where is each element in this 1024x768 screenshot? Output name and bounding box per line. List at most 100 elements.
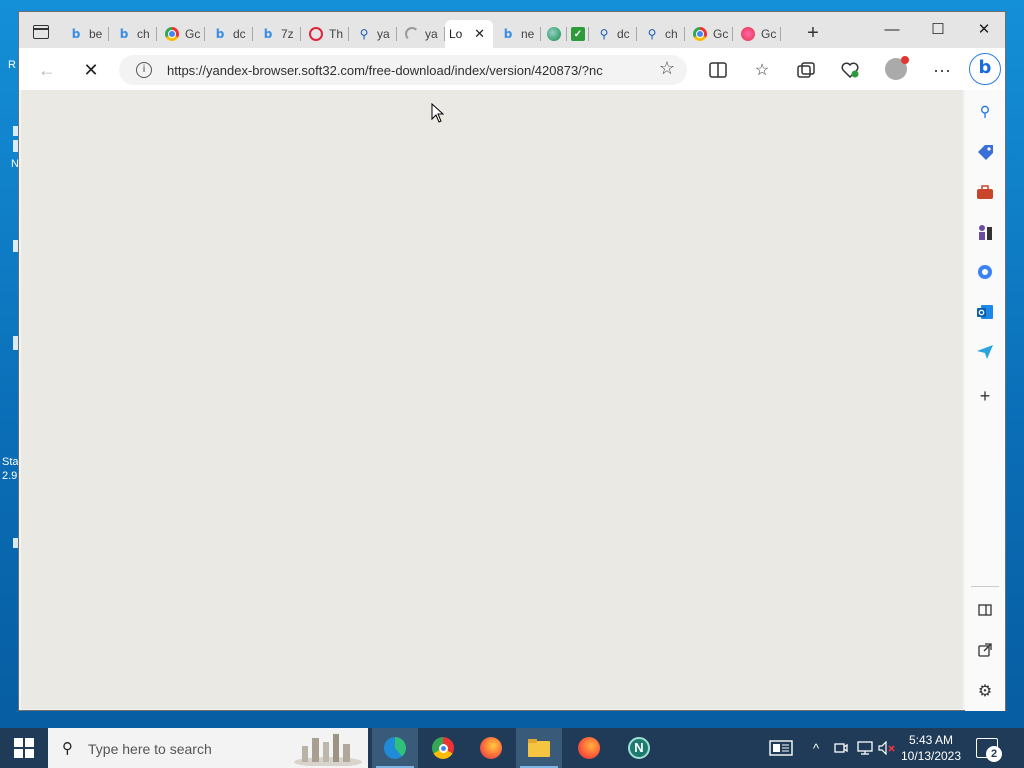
profile-avatar[interactable] — [885, 56, 909, 80]
maximize-button[interactable]: ☐ — [915, 16, 961, 42]
news-icon — [769, 740, 793, 756]
news-widget-button[interactable] — [766, 728, 796, 768]
bing-copilot-button[interactable]: b — [969, 53, 1001, 85]
add-icon[interactable]: + — [973, 384, 997, 408]
browser-tab[interactable]: ⚲ ya — [349, 20, 397, 48]
tab-title: Gc — [185, 27, 201, 41]
chrome-icon — [432, 737, 454, 759]
copilot-icon[interactable] — [973, 260, 997, 284]
split-screen-icon — [709, 62, 727, 78]
system-clock[interactable]: 5:43 AM 10/13/2023 — [900, 732, 962, 764]
bing-icon: b — [71, 27, 81, 41]
outlook-icon[interactable] — [973, 300, 997, 324]
split-screen-button[interactable] — [705, 57, 731, 83]
tab-title: ya — [425, 27, 438, 41]
search-icon: ⚲ — [359, 27, 369, 41]
bing-icon: b — [978, 57, 992, 78]
mouse-cursor-icon — [431, 103, 444, 123]
chrome-icon — [693, 27, 707, 41]
settings-icon[interactable]: ⚙ — [973, 678, 997, 702]
taskbar-app-firefox[interactable] — [468, 728, 514, 768]
browser-tab[interactable]: b dc — [205, 20, 253, 48]
browser-window: b be b ch Gc b dc b 7z Th ⚲ ya ya Lo ✕ b ne ✓ ⚲… — [18, 11, 1006, 711]
browser-essentials-button[interactable] — [837, 57, 863, 83]
browser-tab[interactable]: ⚲ ch — [637, 20, 685, 48]
browser-tab[interactable]: b 7z — [253, 20, 301, 48]
chrome-icon — [165, 27, 179, 41]
browser-tab[interactable]: b be — [61, 20, 109, 48]
taskbar-app-n[interactable]: N — [616, 728, 662, 768]
url-text[interactable]: https://yandex-browser.soft32.com/free-d… — [167, 63, 647, 78]
firefox-icon — [480, 737, 502, 759]
volume-button[interactable] — [876, 728, 898, 768]
edge-sidebar: ⚲ + ⚙ — [965, 90, 1005, 711]
desktop-icon-label: 2.9 — [2, 470, 18, 482]
browser-tab[interactable]: ya — [397, 20, 445, 48]
favorites-button[interactable]: ☆ — [749, 57, 775, 83]
browser-tab[interactable]: Th — [301, 20, 349, 48]
network-button[interactable] — [854, 728, 876, 768]
toolbox-icon[interactable] — [973, 180, 997, 204]
chevron-up-icon: ^ — [812, 740, 820, 756]
favorite-star-icon[interactable]: ☆ — [659, 58, 675, 79]
notification-count-badge: 2 — [986, 746, 1002, 762]
start-button[interactable] — [0, 728, 48, 768]
file-explorer-icon — [528, 739, 550, 757]
browser-toolbar: ← ✕ i https://yandex-browser.soft32.com/… — [19, 48, 1005, 90]
n-app-icon: N — [628, 737, 650, 759]
browser-tab[interactable]: b ch — [109, 20, 157, 48]
search-icon[interactable]: ⚲ — [973, 100, 997, 124]
tab-title: Lo — [449, 27, 463, 41]
settings-more-button[interactable]: ··· — [929, 57, 955, 83]
desktop-icon-label[interactable]: Sta — [2, 456, 19, 469]
loading-spinner-icon — [405, 27, 419, 41]
split-screen-icon[interactable] — [973, 598, 997, 622]
browser-tab[interactable]: Gc — [733, 20, 781, 48]
minimize-button[interactable]: — — [869, 16, 915, 42]
tab-title: dc — [233, 27, 246, 41]
firefox-icon — [578, 737, 600, 759]
stop-loading-button[interactable]: ✕ — [77, 56, 105, 84]
tab-actions-button[interactable] — [27, 21, 55, 43]
tab-strip: b be b ch Gc b dc b 7z Th ⚲ ya ya Lo ✕ b ne ✓ ⚲… — [19, 12, 1005, 48]
address-bar[interactable]: i https://yandex-browser.soft32.com/free… — [119, 55, 687, 85]
page-content-area[interactable] — [21, 90, 963, 709]
search-placeholder: Type here to search — [88, 741, 212, 757]
opera-icon — [309, 27, 323, 41]
tab-title: ch — [137, 27, 150, 41]
browser-tab[interactable]: Gc — [685, 20, 733, 48]
close-window-button[interactable]: ✕ — [961, 16, 1007, 42]
taskbar-app-chrome[interactable] — [420, 728, 466, 768]
new-tab-button[interactable]: + — [801, 22, 825, 46]
search-highlight-art-icon — [294, 734, 362, 766]
desktop-icon-label[interactable]: R — [8, 59, 16, 72]
search-icon: ⚲ — [62, 739, 73, 757]
tab-list: b be b ch Gc b dc b 7z Th ⚲ ya ya Lo ✕ b ne ✓ ⚲… — [61, 20, 781, 48]
send-icon[interactable] — [973, 340, 997, 364]
tab-title: be — [89, 27, 103, 41]
browser-tab[interactable]: ⚲ dc — [589, 20, 637, 48]
browser-tab-active[interactable]: Lo ✕ — [445, 20, 493, 48]
edge-icon — [384, 737, 406, 759]
show-hidden-icons-button[interactable]: ^ — [806, 728, 826, 768]
external-link-icon[interactable] — [973, 638, 997, 662]
tab-close-button[interactable]: ✕ — [474, 26, 485, 42]
browser-tab[interactable]: b ne — [493, 20, 541, 48]
more-dots-icon: ··· — [933, 59, 951, 80]
browser-tab[interactable]: Gc — [157, 20, 205, 48]
browser-tab[interactable]: ✓ — [567, 20, 589, 48]
meet-now-button[interactable] — [830, 728, 852, 768]
browser-tab[interactable] — [541, 20, 567, 48]
taskbar-app-edge[interactable] — [372, 728, 418, 768]
taskbar-app-file-explorer[interactable] — [516, 728, 562, 768]
sidebar-divider — [971, 586, 999, 587]
chess-icon[interactable] — [973, 220, 997, 244]
collections-button[interactable] — [793, 57, 819, 83]
tab-title: ne — [521, 27, 535, 41]
taskbar-search-box[interactable]: ⚲ Type here to search — [48, 728, 368, 768]
back-button[interactable]: ← — [33, 56, 61, 84]
taskbar-app-firefox-alt[interactable] — [566, 728, 612, 768]
tag-icon[interactable] — [973, 140, 997, 164]
pink-icon — [741, 27, 755, 41]
site-info-icon[interactable]: i — [136, 62, 152, 78]
